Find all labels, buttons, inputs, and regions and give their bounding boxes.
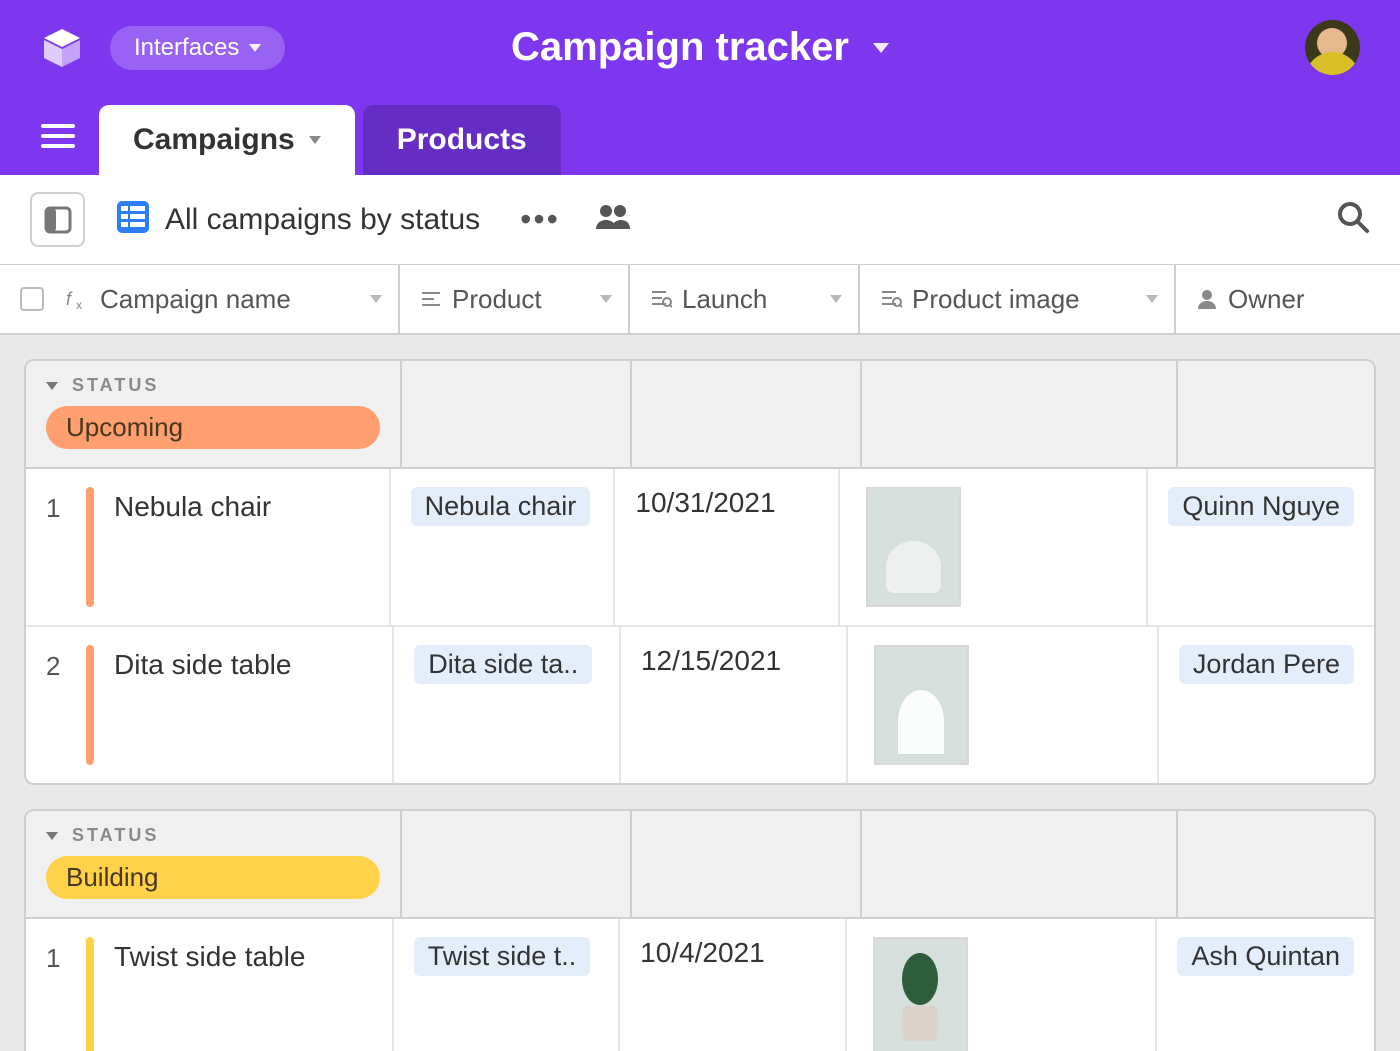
launch-date-text: 12/15/2021: [641, 645, 781, 676]
cell-launch[interactable]: 10/4/2021: [620, 919, 846, 1051]
cell-product[interactable]: Dita side ta..: [394, 627, 621, 783]
cell-campaign-name[interactable]: 1 Twist side table: [26, 919, 394, 1051]
column-label: Owner: [1228, 284, 1305, 315]
lookup-field-icon: [650, 289, 672, 309]
interfaces-selector[interactable]: Interfaces: [110, 26, 285, 70]
product-chip[interactable]: Twist side t..: [414, 937, 591, 976]
sidebar-toggle-button[interactable]: [30, 192, 85, 247]
caret-down-icon: [873, 43, 889, 53]
column-headers: fx Campaign name Product Launch Product …: [0, 265, 1400, 335]
launch-date-text: 10/4/2021: [640, 937, 765, 968]
person-icon: [1196, 288, 1218, 310]
column-header-launch[interactable]: Launch: [630, 265, 860, 333]
group-header[interactable]: STATUS Upcoming: [26, 361, 1374, 469]
group-upcoming: STATUS Upcoming 1 Nebula chair Nebula ch…: [24, 359, 1376, 785]
owner-chip[interactable]: Jordan Pere: [1179, 645, 1354, 684]
status-accent-bar: [86, 645, 94, 765]
column-header-campaign-name[interactable]: fx Campaign name: [0, 265, 400, 333]
cell-product-image[interactable]: [848, 627, 1159, 783]
cell-campaign-name[interactable]: 1 Nebula chair: [26, 469, 391, 625]
view-toolbar: All campaigns by status •••: [0, 175, 1400, 265]
more-options-icon[interactable]: •••: [520, 201, 560, 238]
cell-owner[interactable]: Quinn Nguye: [1148, 469, 1374, 625]
grid-view-icon: [115, 199, 151, 240]
table-row[interactable]: 1 Twist side table Twist side t.. 10/4/2…: [26, 919, 1374, 1051]
caret-down-icon: [249, 44, 261, 52]
cell-product[interactable]: Twist side t..: [394, 919, 620, 1051]
cell-campaign-name[interactable]: 2 Dita side table: [26, 627, 394, 783]
interfaces-label: Interfaces: [134, 34, 239, 62]
tab-products[interactable]: Products: [363, 105, 561, 175]
cell-product[interactable]: Nebula chair: [391, 469, 616, 625]
cell-owner[interactable]: Jordan Pere: [1159, 627, 1374, 783]
row-number: 2: [46, 651, 74, 682]
collaborators-icon[interactable]: [594, 203, 632, 236]
tabs-row: Campaigns Products: [0, 95, 1400, 175]
menu-icon[interactable]: [30, 108, 85, 163]
owner-chip[interactable]: Quinn Nguye: [1168, 487, 1354, 526]
cell-owner[interactable]: Ash Quintan: [1157, 919, 1374, 1051]
status-pill: Building: [46, 856, 380, 899]
cell-launch[interactable]: 10/31/2021: [615, 469, 840, 625]
header-top-row: Interfaces Campaign tracker: [0, 0, 1400, 95]
column-header-product[interactable]: Product: [400, 265, 630, 333]
user-avatar[interactable]: [1305, 20, 1360, 75]
owner-chip[interactable]: Ash Quintan: [1177, 937, 1354, 976]
status-pill: Upcoming: [46, 406, 380, 449]
row-number: 1: [46, 943, 74, 974]
column-label: Launch: [682, 284, 767, 315]
tab-label: Products: [397, 123, 527, 157]
tab-campaigns[interactable]: Campaigns: [99, 105, 355, 175]
app-logo-icon[interactable]: [40, 25, 85, 70]
search-icon[interactable]: [1336, 200, 1370, 239]
product-chip[interactable]: Dita side ta..: [414, 645, 592, 684]
group-by-label: STATUS: [72, 825, 159, 846]
table-row[interactable]: 1 Nebula chair Nebula chair 10/31/2021 Q…: [26, 469, 1374, 627]
launch-date-text: 10/31/2021: [635, 487, 775, 518]
caret-down-icon: [370, 295, 382, 303]
column-header-owner[interactable]: Owner: [1176, 265, 1400, 333]
product-thumbnail[interactable]: [866, 487, 961, 607]
caret-down-icon: [309, 136, 321, 144]
product-thumbnail[interactable]: [874, 645, 969, 765]
status-accent-bar: [86, 937, 94, 1051]
caret-down-icon: [46, 382, 58, 390]
svg-text:f: f: [66, 289, 73, 309]
column-label: Product: [452, 284, 542, 315]
caret-down-icon: [830, 295, 842, 303]
app-title-selector[interactable]: Campaign tracker: [511, 25, 889, 70]
column-header-product-image[interactable]: Product image: [860, 265, 1176, 333]
campaign-name-text: Nebula chair: [114, 491, 271, 523]
group-building: STATUS Building 1 Twist side table Twist…: [24, 809, 1376, 1051]
cell-launch[interactable]: 12/15/2021: [621, 627, 848, 783]
table-body: STATUS Upcoming 1 Nebula chair Nebula ch…: [0, 335, 1400, 1051]
tab-label: Campaigns: [133, 123, 295, 157]
app-header: Interfaces Campaign tracker Campaigns Pr…: [0, 0, 1400, 175]
product-thumbnail[interactable]: [873, 937, 968, 1051]
table-row[interactable]: 2 Dita side table Dita side ta.. 12/15/2…: [26, 627, 1374, 783]
caret-down-icon: [46, 832, 58, 840]
product-chip[interactable]: Nebula chair: [411, 487, 591, 526]
column-label: Campaign name: [100, 284, 291, 315]
campaign-name-text: Twist side table: [114, 941, 305, 973]
app-title: Campaign tracker: [511, 25, 849, 70]
caret-down-icon: [600, 295, 612, 303]
column-label: Product image: [912, 284, 1080, 315]
row-number: 1: [46, 493, 74, 524]
group-header[interactable]: STATUS Building: [26, 811, 1374, 919]
caret-down-icon: [1146, 295, 1158, 303]
campaign-name-text: Dita side table: [114, 649, 291, 681]
lookup-field-icon: [880, 289, 902, 309]
svg-text:x: x: [76, 298, 82, 311]
view-name[interactable]: All campaigns by status: [165, 203, 480, 237]
select-all-checkbox[interactable]: [20, 287, 44, 311]
formula-icon: fx: [66, 287, 90, 311]
status-accent-bar: [86, 487, 94, 607]
group-by-label: STATUS: [72, 375, 159, 396]
link-field-icon: [420, 290, 442, 308]
cell-product-image[interactable]: [847, 919, 1158, 1051]
cell-product-image[interactable]: [840, 469, 1148, 625]
